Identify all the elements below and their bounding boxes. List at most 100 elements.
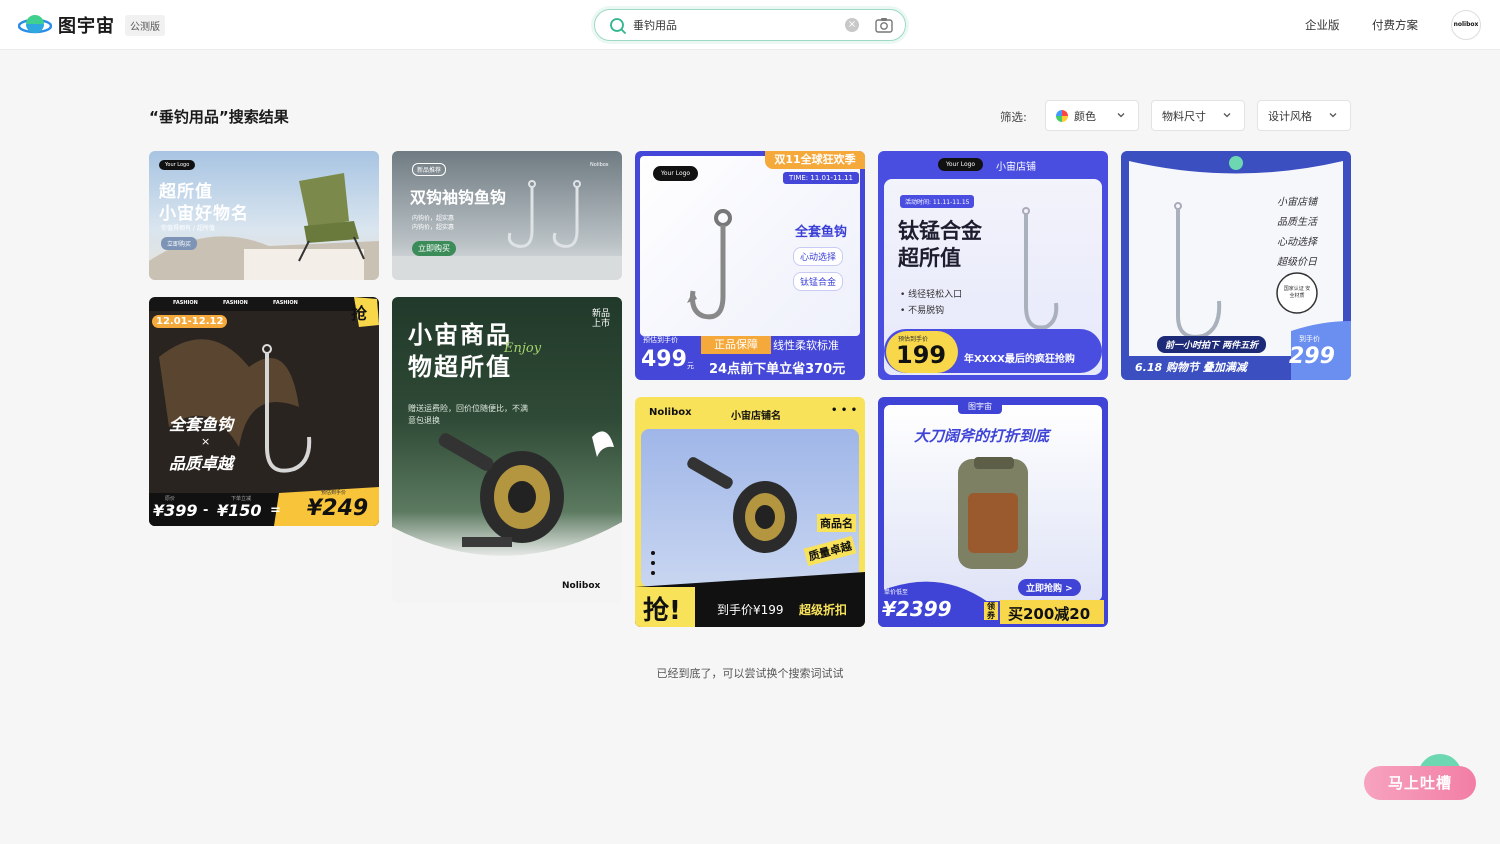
- card9-price: ¥2399: [882, 597, 952, 621]
- card4-shop: 小宙店铺: [996, 162, 1036, 173]
- card5-price-label: 到手价: [1299, 335, 1320, 343]
- card1-button: 立即购买: [161, 237, 198, 250]
- card5-line2: 品质生活: [1277, 217, 1317, 228]
- feedback-button[interactable]: 马上吐槽: [1364, 766, 1476, 800]
- card2-button: 立即购买: [412, 241, 456, 256]
- color-wheel-icon: [1056, 109, 1068, 122]
- card5-strip: 前一小时拍下 两件五折: [1157, 336, 1267, 353]
- card7-desc: 赠送运费险，回价位随便比，不满意包退换: [408, 404, 528, 425]
- search-bar[interactable]: ×: [594, 9, 906, 41]
- nav-enterprise[interactable]: 企业版: [1305, 17, 1340, 33]
- template-card-5[interactable]: 小宙店铺 品质生活 心动选择 超级价日 国家认证 安全材质 前一小时拍下 两件五…: [1121, 151, 1351, 380]
- clear-search-icon[interactable]: ×: [845, 18, 859, 32]
- card3-time: TIME: 11.01-11.11: [783, 172, 859, 184]
- template-card-9[interactable]: 图宇宙 大刀阔斧的打折到底 立即抢购 > 单价低至 ¥2399 领券 买200减…: [878, 397, 1108, 627]
- logo-text: 图宇宙: [58, 16, 115, 37]
- card6-orig: ¥399: [153, 501, 198, 520]
- card6-off: ¥150: [217, 501, 262, 520]
- search-input[interactable]: [633, 16, 833, 34]
- template-card-8[interactable]: Nolibox 小宙店铺名 • • • 商品名 质量卓越 抢! 到手价¥199 …: [635, 397, 865, 627]
- card5-promo: 6.18 购物节 叠加满减: [1135, 361, 1247, 374]
- card2-tag: 新品推荐: [412, 163, 447, 176]
- card6-grab: 抢: [351, 304, 368, 323]
- chevron-down-icon: [1223, 113, 1231, 118]
- card8-name: 商品名: [817, 514, 856, 532]
- card4-bottom: 年XXXX最后的疯狂抢购: [964, 354, 1075, 365]
- card3-strip1: 正品保障: [701, 336, 771, 354]
- card5-line3: 心动选择: [1277, 237, 1317, 248]
- card6-times: ×: [201, 435, 211, 448]
- card5-price: 299: [1289, 344, 1335, 369]
- chevron-down-icon: [1329, 113, 1337, 118]
- nav-pricing[interactable]: 付费方案: [1372, 17, 1418, 33]
- chevron-down-icon: [1117, 113, 1125, 118]
- card6-title2: 品质卓越: [169, 454, 234, 473]
- filter-style-label: 设计风格: [1268, 109, 1312, 123]
- card8-brand: Nolibox: [649, 407, 692, 418]
- card6-fashion-3: FASHION: [273, 300, 298, 306]
- template-card-4[interactable]: Your Logo 小宙店铺 活动时间: 11.11-11.15 钛锰合金 超所…: [878, 151, 1108, 380]
- card9-title: 大刀阔斧的打折到底: [914, 427, 1050, 445]
- avatar[interactable]: nolibox: [1451, 10, 1481, 40]
- end-of-results-note: 已经到底了，可以尝试换个搜索词试试: [656, 667, 844, 680]
- card4-bullet1: • 线径轻松入口: [900, 290, 963, 300]
- card3-est-label: 预估到手价: [643, 336, 678, 344]
- card4-bullet2: • 不易脱钩: [900, 306, 945, 316]
- card8-more-dots: • • •: [831, 405, 858, 416]
- template-card-1[interactable]: Your Logo 超所值 小宙好物名 你值得拥有 / 超所值 立即购买: [149, 151, 379, 280]
- card6-title1: 全套鱼钩: [169, 415, 234, 434]
- card6-fashion-2: FASHION: [223, 300, 248, 306]
- card1-sub: 你值得拥有 / 超所值: [161, 225, 215, 232]
- card6-eq: =: [270, 503, 281, 518]
- template-card-7[interactable]: 小宙商品 物超所值 Enjoy 新品上市 赠送运费险，回价位随便比，不满意包退换…: [392, 297, 622, 603]
- card3-bottom: 24点前下单立省370元: [709, 362, 846, 377]
- logo[interactable]: 图宇宙 公测版: [18, 12, 165, 38]
- card4-logo: Your Logo: [938, 158, 984, 171]
- template-card-6[interactable]: FASHION FASHION FASHION 12.01-12.12 抢 全套…: [149, 297, 379, 526]
- card8-price: 到手价¥199: [717, 603, 784, 617]
- card1-line2: 小宙好物名: [159, 204, 249, 224]
- card9-coupon: 领券: [984, 602, 998, 620]
- card7-title1: 小宙商品: [408, 321, 512, 349]
- card3-pill1: 心动选择: [793, 247, 844, 266]
- card4-title2: 超所值: [898, 246, 961, 270]
- filter-size-dropdown[interactable]: 物料尺寸: [1151, 100, 1245, 131]
- card7-enjoy: Enjoy: [504, 341, 542, 356]
- search-icon[interactable]: [609, 17, 627, 35]
- filter-color-dropdown[interactable]: 颜色: [1045, 100, 1139, 131]
- camera-search-icon[interactable]: [875, 17, 893, 33]
- card3-strip2: 线性柔软标准: [773, 339, 839, 352]
- card1-logo: Your Logo: [159, 160, 196, 170]
- card7-brand: Nolibox: [562, 581, 601, 591]
- results-title: “垂钓用品”搜索结果: [149, 108, 289, 126]
- card8-grab: 抢!: [643, 596, 681, 626]
- card2-title: 双钩袖钩鱼钩: [410, 188, 507, 207]
- card7-title2: 物超所值: [408, 353, 512, 381]
- filter-size-label: 物料尺寸: [1162, 109, 1206, 123]
- card9-price-label: 单价低至: [884, 589, 909, 596]
- template-card-2[interactable]: 新品推荐 Nolibox 双钩袖钩鱼钩 内钩价，超实惠 内钩价，超实惠 立即购买: [392, 151, 622, 280]
- card5-line1: 小宙店铺: [1277, 197, 1317, 208]
- card3-pill2: 钛锰合金: [793, 272, 844, 291]
- card4-date: 活动时间: 11.11-11.15: [900, 195, 975, 208]
- card8-deal: 超级折扣: [799, 603, 848, 617]
- card6-est-label: 预估到手价: [321, 490, 347, 496]
- filter-label: 筛选:: [1000, 110, 1027, 124]
- card9-brand: 图宇宙: [958, 399, 1002, 414]
- filter-color-label: 颜色: [1074, 109, 1096, 123]
- beta-badge: 公测版: [125, 14, 165, 36]
- template-card-3[interactable]: 双11全球狂欢季 TIME: 11.01-11.11 Your Logo 全套鱼…: [635, 151, 865, 380]
- card9-button: 立即抢购 >: [1018, 579, 1081, 596]
- card2-desc1: 内钩价，超实惠: [412, 215, 455, 222]
- card6-date: 12.01-12.12: [152, 315, 228, 328]
- card3-price: 499: [641, 347, 687, 372]
- card5-line4: 超级价日: [1277, 257, 1317, 268]
- card4-price: 199: [896, 341, 947, 369]
- card9-deal: 买200减20: [1008, 605, 1091, 623]
- card2-brand: Nolibox: [590, 162, 609, 168]
- card3-logo: Your Logo: [653, 166, 699, 181]
- card5-badge: 国家认证 安全材质: [1283, 286, 1311, 299]
- top-header: 图宇宙 公测版 × 企业版 付费方案 nolibox: [0, 0, 1500, 50]
- filter-style-dropdown[interactable]: 设计风格: [1257, 100, 1351, 131]
- card3-title: 全套鱼钩: [795, 225, 848, 240]
